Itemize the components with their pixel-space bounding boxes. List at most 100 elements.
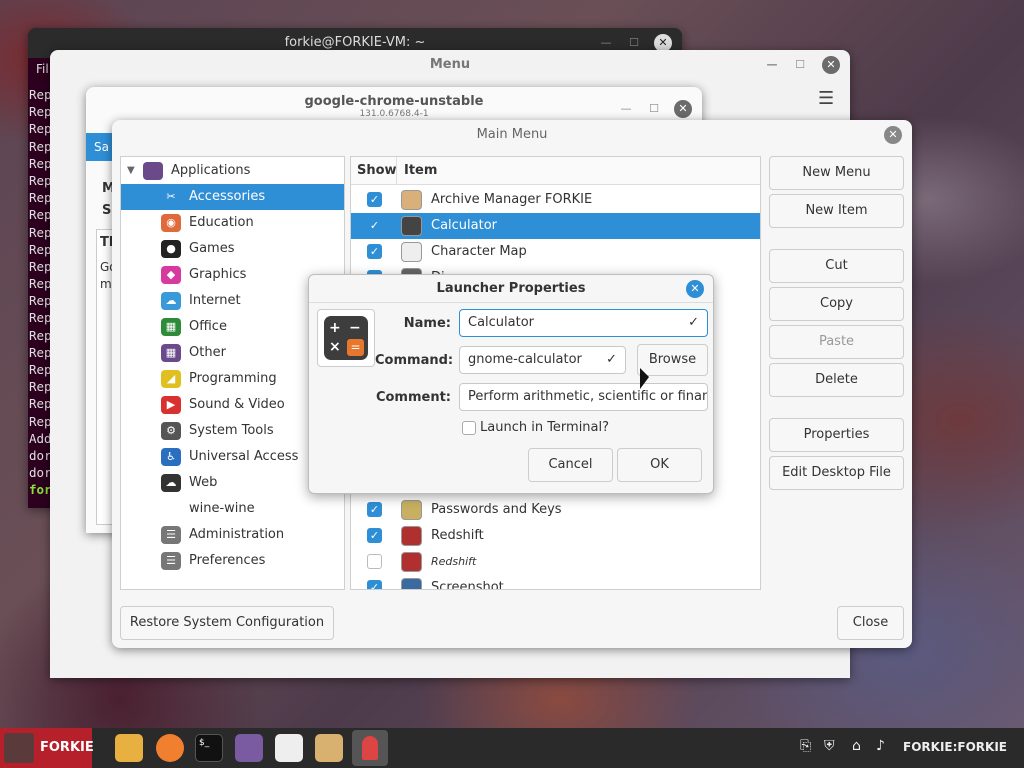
volume-icon[interactable]: ♪ (876, 738, 885, 754)
expander-icon[interactable]: ▼ (127, 158, 135, 184)
category-icon: ☁ (161, 474, 181, 492)
category-icon: ◉ (161, 214, 181, 232)
show-checkbox[interactable]: ✓ (367, 192, 382, 207)
category-icon: ♿ (161, 448, 181, 466)
ok-button[interactable]: OK (617, 448, 702, 482)
command-field[interactable]: gnome-calculator ✓ (459, 346, 626, 374)
item-label: Passwords and Keys (431, 502, 562, 517)
item-icon (401, 526, 422, 546)
new-menu-button[interactable]: New Menu (769, 156, 904, 190)
minimize-icon[interactable]: — (598, 35, 614, 51)
terminal-menu-file[interactable]: Fil (36, 62, 49, 76)
tree-item-label: Graphics (189, 267, 247, 282)
comment-field[interactable]: Perform arithmetic, scientific or financ… (459, 383, 708, 411)
terminal-icon[interactable]: $_ (195, 734, 223, 762)
item-label: Redshift (431, 555, 477, 568)
check-icon: ✓ (606, 352, 617, 367)
item-row[interactable]: ✓ Character Map (351, 239, 760, 265)
tree-item-label: Games (189, 241, 235, 256)
show-checkbox[interactable]: ✓ (367, 528, 382, 543)
launcher-properties-dialog[interactable]: Launcher Properties ✕ + − × = Name: Calc… (308, 274, 714, 494)
start-logo-icon (4, 733, 34, 763)
launch-in-terminal-label: Launch in Terminal? (480, 420, 610, 435)
cut-button[interactable]: Cut (769, 249, 904, 283)
text-editor-icon[interactable] (275, 734, 303, 762)
tree-item-label: Other (189, 345, 226, 360)
category-icon: ▦ (161, 318, 181, 336)
item-row[interactable]: Redshift (351, 549, 760, 575)
column-header-show[interactable]: Show (351, 157, 397, 185)
close-button[interactable]: Close (837, 606, 904, 640)
name-value: Calculator (468, 315, 535, 330)
maximize-icon[interactable]: ☐ (792, 57, 808, 73)
edit-desktop-file-button[interactable]: Edit Desktop File (769, 456, 904, 490)
launcher-title: Launcher Properties (309, 275, 713, 303)
new-item-button[interactable]: New Item (769, 194, 904, 228)
start-button[interactable]: FORKIE (0, 728, 94, 768)
close-icon[interactable]: ✕ (822, 56, 840, 74)
name-field[interactable]: Calculator ✓ (459, 309, 708, 337)
user-label[interactable]: FORKIE:FORKIE (903, 740, 1007, 754)
item-icon (401, 500, 422, 520)
close-icon[interactable]: ✕ (674, 100, 692, 118)
item-icon (401, 552, 422, 572)
paste-button[interactable]: Paste (769, 325, 904, 359)
category-icon: ☁ (161, 292, 181, 310)
show-checkbox[interactable]: ✓ (367, 218, 382, 233)
tree-item-label: Office (189, 319, 227, 334)
files-icon[interactable] (115, 734, 143, 762)
copy-button[interactable]: Copy (769, 287, 904, 321)
tree-item[interactable]: ☰ Preferences (121, 548, 344, 574)
launcher-icon-button[interactable]: + − × = (317, 309, 375, 367)
app-grid-icon[interactable] (235, 734, 263, 762)
category-icon: ◢ (161, 370, 181, 388)
minimize-icon[interactable]: — (764, 57, 780, 73)
cancel-button[interactable]: Cancel (528, 448, 613, 482)
column-header-item[interactable]: Item (397, 157, 760, 185)
category-icon: ▶ (161, 396, 181, 414)
menu-window-title: Menu (429, 57, 471, 72)
tree-item-label: Accessories (189, 189, 266, 204)
tree-root-applications[interactable]: ▼ Applications (121, 158, 344, 184)
tree-item[interactable]: ✂ Accessories (121, 184, 344, 210)
show-checkbox[interactable]: ✓ (367, 244, 382, 259)
properties-button[interactable]: Properties (769, 418, 904, 452)
delete-button[interactable]: Delete (769, 363, 904, 397)
main-menu-titlebar[interactable]: Main Menu ✕ (112, 120, 912, 150)
item-row[interactable]: ✓ Archive Manager FORKIE (351, 187, 760, 213)
archive-icon[interactable] (315, 734, 343, 762)
tree-item[interactable]: wine-wine (121, 496, 344, 522)
launch-in-terminal-checkbox[interactable] (462, 421, 476, 435)
category-icon: ✂ (161, 188, 181, 206)
comment-value: Perform arithmetic, scientific or financ… (468, 389, 708, 404)
menu-titlebar[interactable]: Menu — ☐ ✕ (50, 50, 850, 80)
close-icon[interactable]: ✕ (884, 126, 902, 144)
main-menu-taskbar-item[interactable] (352, 730, 388, 766)
chrome-tab[interactable]: Sa (86, 133, 112, 161)
hamburger-menu-icon[interactable]: ☰ (818, 88, 834, 109)
item-row[interactable]: ✓ Redshift (351, 523, 760, 549)
show-checkbox[interactable] (367, 554, 382, 569)
close-icon[interactable]: ✕ (686, 280, 704, 298)
shield-icon[interactable]: ⛨ (824, 738, 835, 754)
tree-item-label: Web (189, 475, 218, 490)
item-row[interactable]: ✓ Calculator (351, 213, 760, 239)
maximize-icon[interactable]: ☐ (626, 35, 642, 51)
show-checkbox[interactable]: ✓ (367, 502, 382, 517)
tree-item-label: Sound & Video (189, 397, 285, 412)
tree-item-label: System Tools (189, 423, 274, 438)
tree-item[interactable]: ☰ Administration (121, 522, 344, 548)
network-icon[interactable]: ⌂ (852, 738, 861, 754)
tree-item[interactable]: ◉ Education (121, 210, 344, 236)
minimize-icon[interactable]: — (618, 101, 634, 117)
item-row[interactable]: ✓ Passwords and Keys (351, 497, 760, 523)
tree-item[interactable]: ● Games (121, 236, 344, 262)
firefox-icon[interactable] (156, 734, 184, 762)
item-row[interactable]: ✓ Screenshot (351, 575, 760, 589)
command-label: Command: (375, 353, 454, 368)
category-icon: ⚙ (161, 422, 181, 440)
clipboard-icon[interactable]: ⎘ (800, 738, 811, 754)
show-checkbox[interactable]: ✓ (367, 580, 382, 589)
restore-system-configuration-button[interactable]: Restore System Configuration (120, 606, 334, 640)
maximize-icon[interactable]: ☐ (646, 101, 662, 117)
